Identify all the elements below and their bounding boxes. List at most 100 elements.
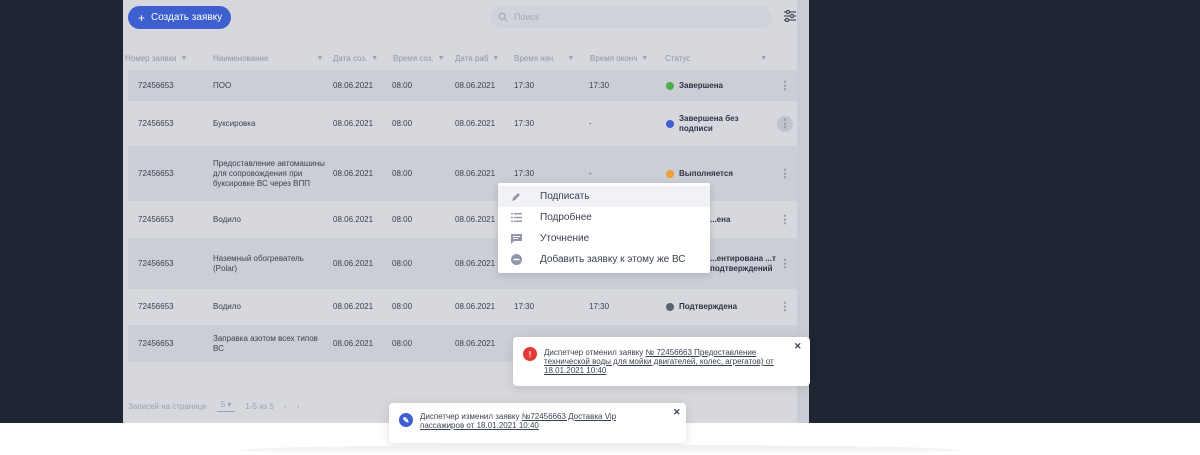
rows-per-page-label: Записей на странице — [128, 401, 207, 411]
sort-caret-icon: ▼ — [437, 54, 445, 62]
cell-name: Заправка азотом всех типов ВС — [213, 333, 318, 353]
cell-time-created: 08:00 — [392, 259, 413, 268]
column-header[interactable]: Статус ▼ — [665, 48, 767, 68]
sort-caret-icon: ▼ — [180, 54, 188, 62]
clock-icon — [666, 169, 674, 178]
rows-per-page-select[interactable]: 5 ▾ — [216, 400, 236, 412]
menu-item-sign[interactable]: Подписать — [498, 186, 710, 207]
column-header[interactable]: Наименование ▼ — [213, 48, 323, 68]
pencil-icon — [510, 191, 522, 203]
cell-date-created: 08.06.2021 — [333, 119, 374, 128]
cell-date-work: 08.06.2021 — [455, 215, 496, 224]
pagination: Записей на странице 5 ▾ 1-5 из 5 ‹ › — [128, 400, 299, 412]
notification-text: Диспетчер отменил заявку № 72456663 Пред… — [544, 348, 774, 375]
table-row[interactable]: 72456653 Водило 08.06.2021 08:00 08.06.2… — [128, 291, 797, 322]
column-header[interactable]: Время соз. ▼ — [393, 48, 445, 68]
cell-name: Предоставление автомашины для сопровожде… — [213, 158, 325, 188]
cell-time-start: 17:30 — [514, 119, 535, 128]
cell-time-created: 08:00 — [392, 302, 413, 311]
notification-cancelled: ! Диспетчер отменил заявку № 72456663 Пр… — [513, 337, 810, 386]
cell-number: 72456653 — [138, 339, 174, 348]
row-menu-button[interactable]: ⋮ — [777, 70, 793, 101]
cell-name: Водило — [213, 302, 241, 311]
cell-name: ПОО — [213, 81, 232, 90]
cell-date-created: 08.06.2021 — [333, 339, 374, 348]
sort-caret-icon: ▼ — [567, 54, 575, 62]
row-menu-button[interactable]: ⋮ — [777, 115, 793, 132]
cell-date-created: 08.06.2021 — [333, 81, 374, 90]
cell-date-work: 08.06.2021 — [455, 119, 496, 128]
table-row[interactable]: 72456653 ПОО 08.06.2021 08:00 08.06.2021… — [128, 70, 797, 101]
status-badge: Подтверждена — [666, 291, 737, 322]
add-circle-icon — [510, 254, 522, 266]
search-placeholder: Поиск — [514, 12, 539, 22]
cell-time-created: 08:00 — [392, 215, 413, 224]
column-header[interactable]: Номер заявки ▼ — [125, 48, 187, 68]
table-header: Номер заявки ▼ Наименование ▼ Дата соз. ▼ В… — [123, 48, 797, 68]
cell-date-created: 08.06.2021 — [333, 259, 374, 268]
close-icon[interactable]: ✕ — [794, 341, 802, 352]
sort-caret-icon: ▼ — [316, 54, 324, 62]
sort-caret-icon: ▼ — [760, 54, 768, 62]
check-circle-icon — [666, 119, 674, 128]
column-header[interactable]: Дата соз. ▼ — [333, 48, 378, 68]
cell-time-created: 08:00 — [392, 169, 413, 178]
cell-date-work: 08.06.2021 — [455, 259, 496, 268]
table-row[interactable]: 72456653 Буксировка 08.06.2021 08:00 08.… — [128, 104, 797, 143]
cell-number: 72456653 — [138, 81, 174, 90]
plus-icon: + — [138, 10, 146, 25]
cell-time-end: 17:30 — [589, 302, 610, 311]
cell-date-created: 08.06.2021 — [333, 215, 374, 224]
cell-number: 72456653 — [138, 215, 174, 224]
cell-time-created: 08:00 — [392, 81, 413, 90]
message-icon — [510, 233, 522, 245]
notification-text: Диспетчер изменил заявку №72456663 Доста… — [420, 412, 617, 430]
next-page-button[interactable]: › — [297, 402, 300, 411]
create-request-label: Создать заявку — [151, 12, 223, 23]
cell-date-work: 08.06.2021 — [455, 81, 496, 90]
list-icon — [510, 212, 522, 224]
cell-time-created: 08:00 — [392, 119, 413, 128]
menu-item-add-to-aircraft[interactable]: Добавить заявку к этому же ВС — [498, 249, 710, 270]
status-badge: ...ена — [710, 214, 731, 224]
cell-time-start: 17:30 — [514, 81, 535, 90]
cell-date-work: 08.06.2021 — [455, 339, 496, 348]
status-badge: Завершена — [666, 70, 723, 101]
menu-item-details[interactable]: Подробнее — [498, 207, 710, 228]
cell-number: 72456653 — [138, 259, 174, 268]
row-menu-button[interactable]: ⋮ — [777, 291, 793, 322]
row-menu-button[interactable]: ⋮ — [777, 204, 793, 235]
column-header[interactable]: Время нач. ▼ — [514, 48, 574, 68]
column-header[interactable]: Время оконч ▼ — [590, 48, 648, 68]
check-circle-icon — [666, 302, 674, 311]
prev-page-button[interactable]: ‹ — [284, 402, 287, 411]
check-circle-icon — [666, 81, 674, 90]
notification-changed: ✎ Диспетчер изменил заявку №72456663 Дос… — [389, 403, 686, 443]
cell-name: Наземный обогреватель (Polar) — [213, 253, 304, 273]
search-input[interactable]: Поиск — [490, 6, 772, 28]
row-menu-button[interactable]: ⋮ — [777, 146, 793, 201]
sort-caret-icon: ▼ — [492, 54, 500, 62]
filter-settings-icon[interactable] — [783, 9, 797, 23]
search-icon — [498, 12, 508, 22]
cell-number: 72456653 — [138, 119, 174, 128]
page-range: 1-5 из 5 — [245, 401, 274, 411]
row-menu-button[interactable]: ⋮ — [777, 238, 793, 289]
page-shadow — [240, 445, 960, 455]
cell-name: Водило — [213, 215, 241, 224]
cell-time-created: 08:00 — [392, 339, 413, 348]
cell-date-created: 08.06.2021 — [333, 169, 374, 178]
column-header[interactable]: Дата раб ▼ — [455, 48, 499, 68]
cell-date-work: 08.06.2021 — [455, 302, 496, 311]
sort-caret-icon: ▼ — [371, 54, 379, 62]
edit-icon: ✎ — [399, 413, 413, 427]
cell-time-end: - — [589, 119, 592, 128]
close-icon[interactable]: ✕ — [673, 407, 681, 418]
menu-item-clarify[interactable]: Уточнение — [498, 228, 710, 249]
cell-time-start: 17:30 — [514, 302, 535, 311]
cell-date-created: 08.06.2021 — [333, 302, 374, 311]
status-badge: ...ентирована ...т подтверждений — [710, 253, 776, 273]
create-request-button[interactable]: + Создать заявку — [128, 6, 231, 29]
caret-down-icon: ▾ — [227, 400, 232, 409]
cell-name: Буксировка — [213, 119, 256, 128]
